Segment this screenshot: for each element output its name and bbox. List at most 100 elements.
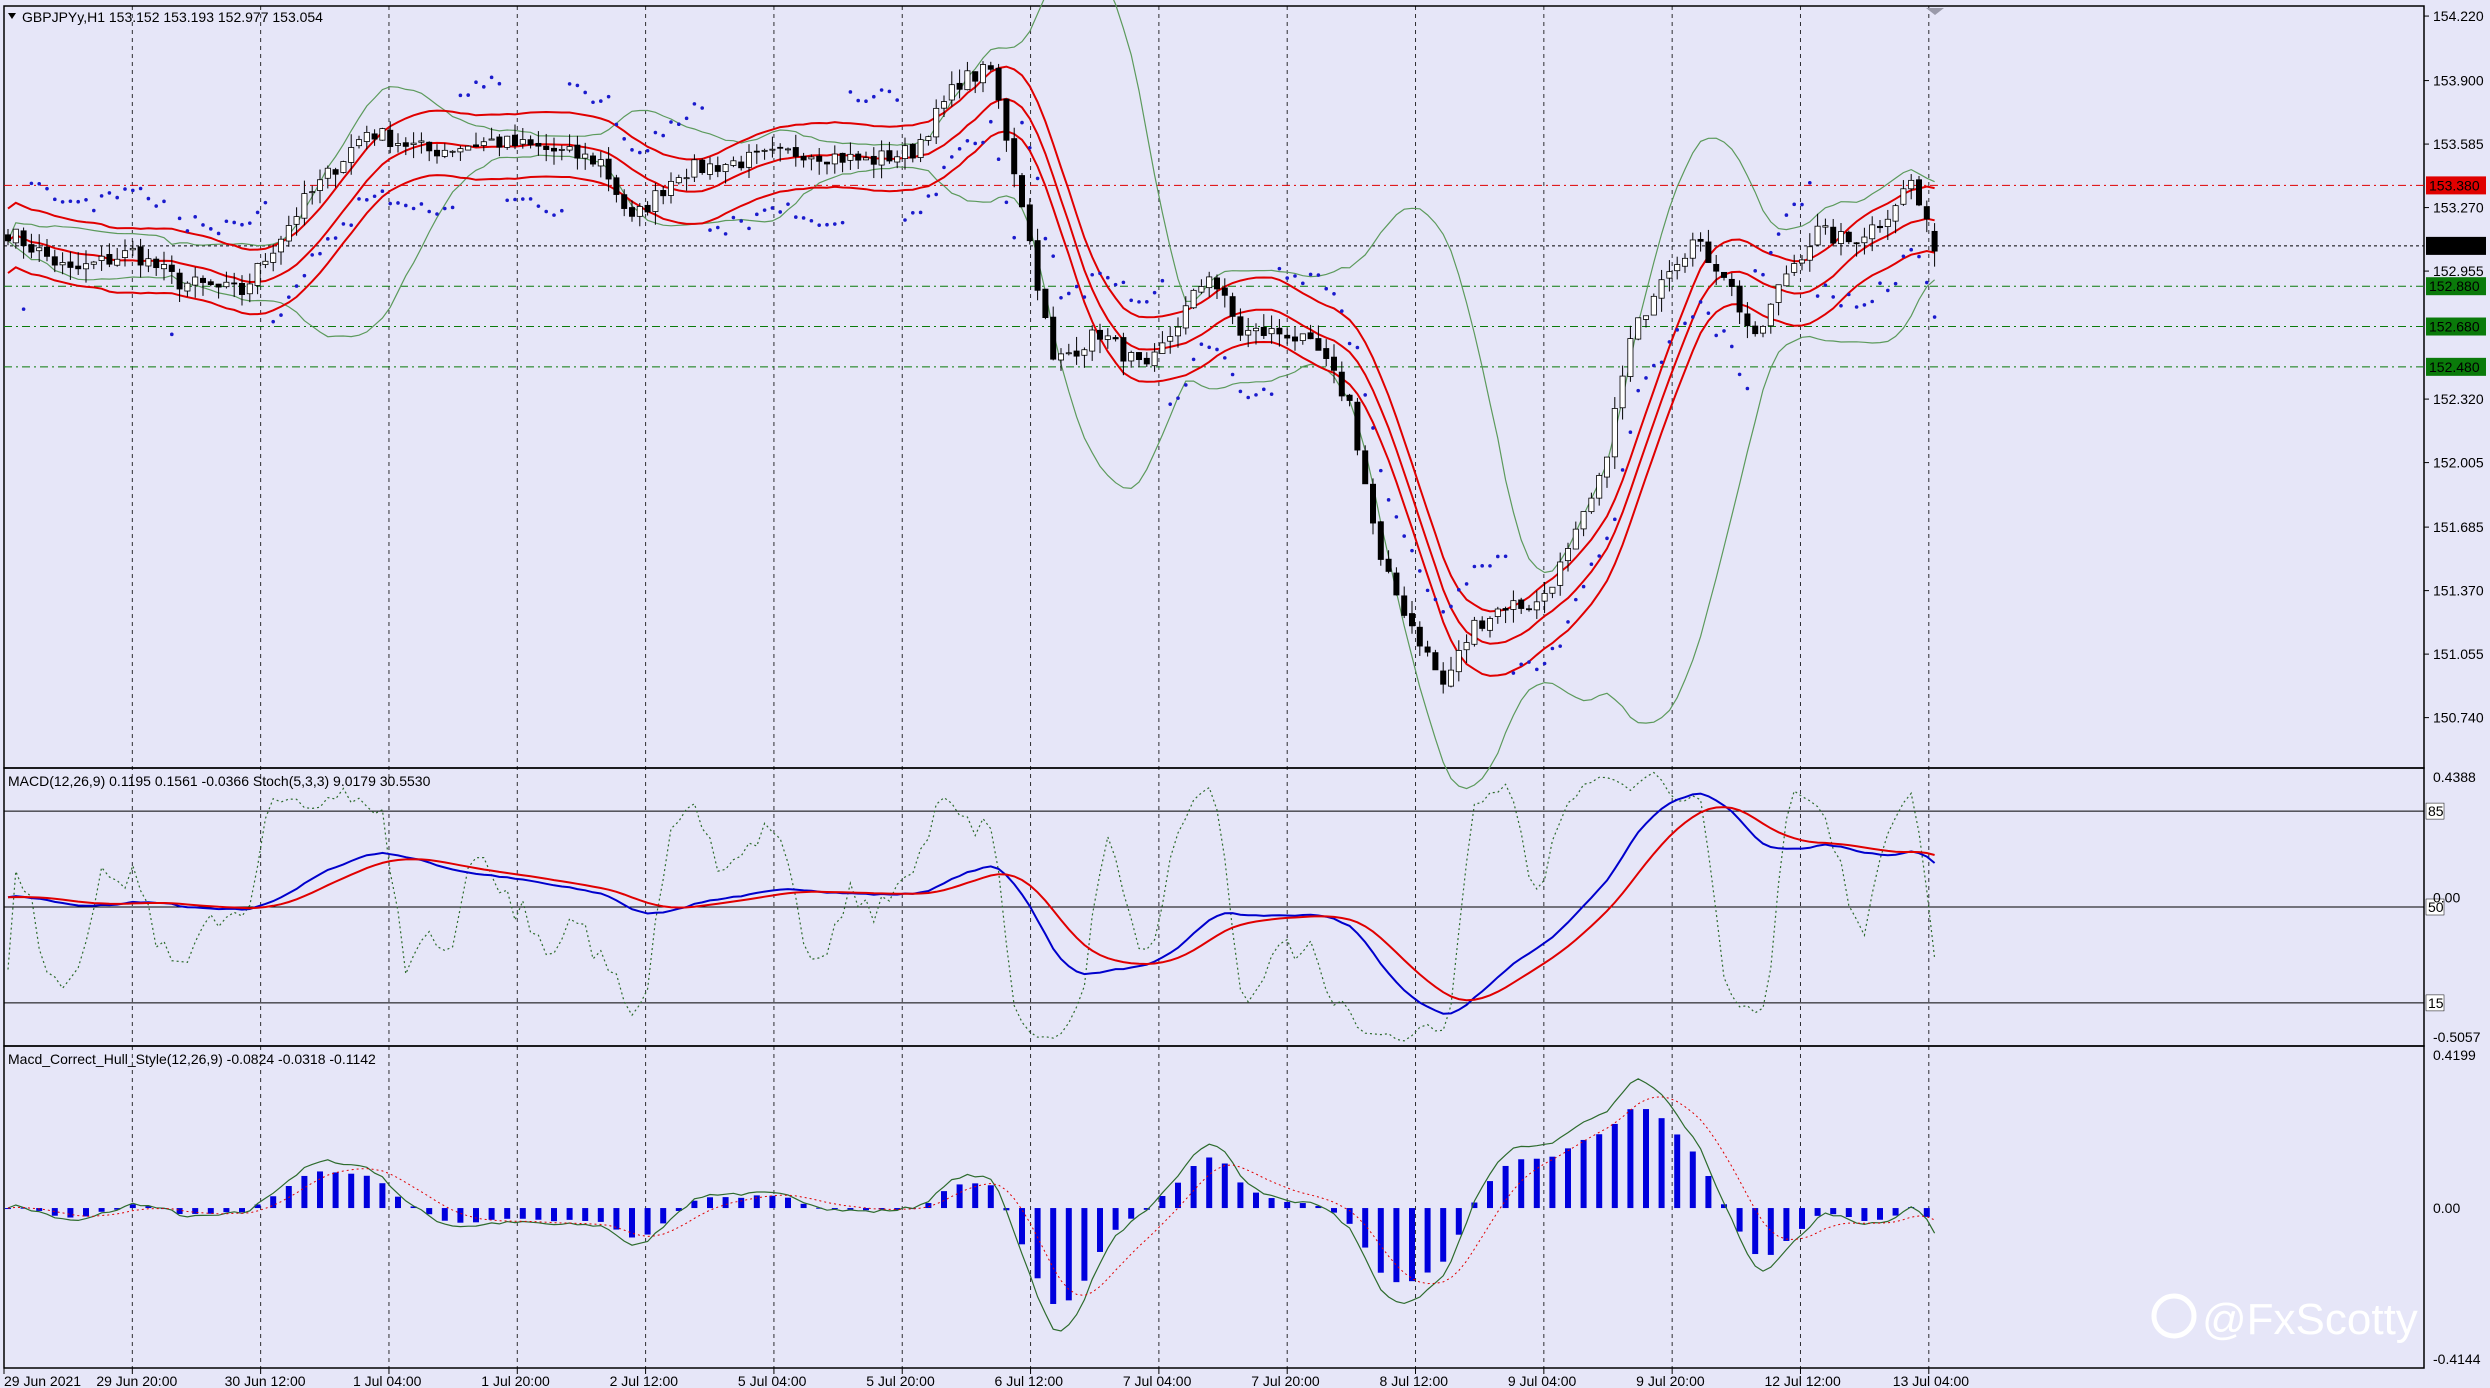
price-tick-label: 153.585 (2433, 136, 2484, 152)
candle-body (504, 135, 511, 148)
candle-body (582, 153, 589, 159)
candle-body (441, 149, 448, 157)
hull-bar (551, 1208, 557, 1222)
sar-dot (1870, 299, 1874, 304)
hull-bar (660, 1208, 667, 1224)
candle-body (1104, 335, 1111, 340)
sar-dot (1402, 534, 1406, 538)
sar-dot (1605, 536, 1609, 541)
hull-bar (1175, 1182, 1181, 1209)
sar-dot (1332, 292, 1336, 296)
sar-dot (1901, 254, 1906, 259)
time-label: 1 Jul 20:00 (481, 1373, 550, 1388)
candle-body (231, 282, 238, 285)
sar-dot (333, 236, 338, 240)
candle-body (668, 180, 675, 196)
sar-dot (1706, 311, 1711, 315)
hull-bar (1565, 1148, 1571, 1209)
candle-body (551, 147, 558, 152)
candle-body (1253, 327, 1260, 332)
sar-dot (1589, 562, 1594, 567)
candle-body (355, 139, 362, 147)
candle-body (1089, 329, 1096, 352)
stoch-level-label: 15 (2428, 995, 2444, 1011)
price-tick-label: 152.955 (2433, 263, 2484, 279)
sar-dot (630, 148, 634, 152)
candle-body (1674, 264, 1681, 272)
candle-body (629, 207, 636, 217)
candle-body (1206, 276, 1213, 289)
sar-dot (1277, 266, 1282, 271)
hull-bar (1237, 1182, 1244, 1209)
sar-dot (302, 273, 307, 278)
candle-body (457, 148, 464, 153)
sar-dot (1886, 288, 1890, 293)
sar-dot (1854, 305, 1859, 309)
candle-body (1502, 608, 1509, 611)
sar-dot (1418, 569, 1422, 573)
candle-body (1455, 650, 1462, 673)
sar-dot (1722, 329, 1726, 333)
sar-dot (1511, 671, 1516, 675)
sar-dot (21, 307, 26, 311)
candle-body (1588, 497, 1595, 513)
sar-dot (1020, 120, 1024, 125)
sar-dot (942, 165, 946, 170)
candle-body (402, 142, 409, 147)
candle-body (1572, 528, 1579, 550)
time-label: 9 Jul 04:00 (1508, 1373, 1577, 1388)
candle-body (137, 246, 144, 266)
candle-body (1689, 239, 1696, 259)
sar-dot (739, 219, 743, 223)
sar-dot (614, 122, 619, 127)
hull-bar (1128, 1208, 1135, 1219)
hull-bar (223, 1208, 230, 1213)
hull-bar (1533, 1158, 1540, 1209)
candle-body (1331, 356, 1338, 371)
sar-dot (349, 223, 354, 227)
sar-dot (528, 197, 533, 201)
candle-body (1752, 325, 1759, 335)
sar-dot (1191, 357, 1196, 362)
candle-body (714, 165, 721, 172)
sar-dot (1652, 363, 1656, 368)
candle-body (1814, 225, 1821, 246)
hull-bar (987, 1185, 994, 1209)
candle-body (122, 250, 129, 258)
candle-body (785, 148, 792, 151)
hull-bar (457, 1208, 464, 1223)
candle-body (12, 228, 19, 244)
sar-dot (934, 192, 938, 197)
hull-bar (956, 1184, 963, 1209)
sar-dot (450, 205, 455, 210)
candle-body (20, 230, 27, 247)
candle-body (301, 193, 308, 219)
candle-body (769, 148, 776, 151)
candle-body (972, 71, 979, 82)
hull-bar (348, 1173, 355, 1209)
candle-body (613, 177, 620, 195)
sar-dot (1145, 299, 1149, 304)
candle-body (831, 153, 838, 165)
candle-body (512, 134, 519, 146)
candle-body (1627, 338, 1634, 377)
sar-dot (677, 122, 681, 127)
candle-body (597, 159, 604, 167)
sar-dot (115, 195, 119, 200)
candle-body (1050, 316, 1057, 360)
sar-dot (1808, 180, 1812, 185)
hull-bar (1393, 1208, 1400, 1283)
candle-body (1643, 315, 1650, 320)
candle-body (699, 159, 706, 173)
sar-dot (216, 231, 221, 236)
sar-dot (1355, 345, 1360, 350)
sar-dot (911, 210, 915, 215)
trading-chart[interactable]: 154.220 153.900 153.585 153.270 152.955 152.3… (0, 0, 2490, 1388)
sar-dot (1488, 564, 1492, 568)
candle-body (621, 194, 628, 209)
candle-body (1658, 279, 1665, 299)
level-badge-label: 153.080 (2429, 238, 2480, 254)
sar-dot (1129, 298, 1133, 303)
watermark-text: @FxScotty (2202, 1295, 2418, 1344)
candle-body (1479, 620, 1486, 629)
